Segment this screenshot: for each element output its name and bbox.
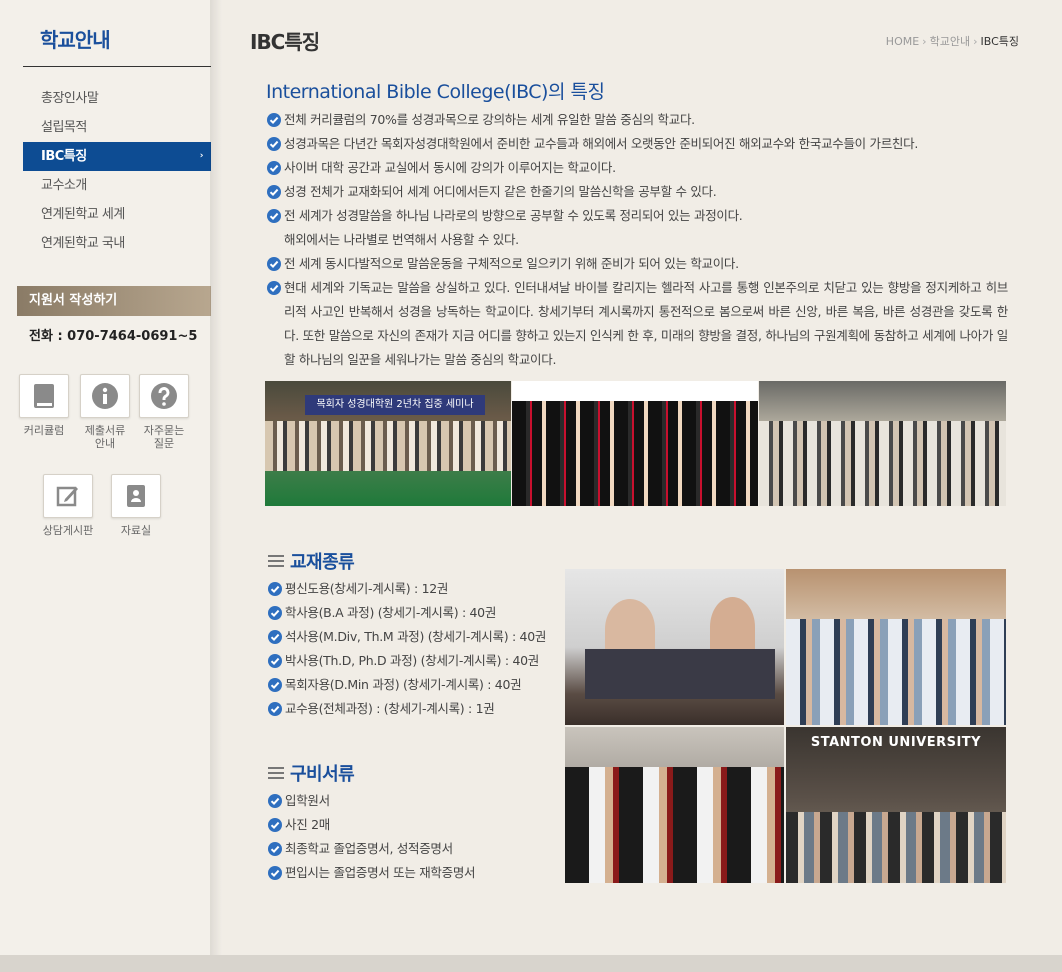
list-item: 전체 커리큘럼의 70%를 성경과목으로 강의하는 세계 유일한 말씀 중심의 … — [266, 108, 1008, 132]
list-item: 편입시는 졸업증명서 또는 재학증명서 — [268, 861, 476, 885]
list-item: 전 세계가 성경말씀을 하나님 나라로의 방향으로 공부할 수 있도록 정리되어… — [266, 204, 1008, 228]
check-circle-icon — [268, 818, 282, 832]
list-item: 사이버 대학 공간과 교실에서 동시에 강의가 이루어지는 학교이다. — [266, 156, 1008, 180]
check-circle-icon — [268, 866, 282, 880]
crowd-shape — [265, 421, 511, 471]
sidebar-shadow — [210, 0, 222, 955]
breadcrumb: HOME › 학교안내 › IBC특징 — [886, 33, 1019, 49]
quick-link-counsel-board[interactable]: 상담게시판 — [38, 474, 98, 537]
check-circle-icon — [268, 702, 282, 716]
chevron-right-icon: › — [973, 35, 978, 48]
list-item: 박사용(Th.D, Ph.D 과정) (창세기-계시록) : 40권 — [268, 649, 546, 673]
footer-bar — [0, 955, 1062, 972]
list-item: 최종학교 졸업증명서, 성적증명서 — [268, 837, 475, 861]
chevron-right-icon: › — [922, 35, 927, 48]
feature-list: 전체 커리큘럼의 70%를 성경과목으로 강의하는 세계 유일한 말씀 중심의 … — [266, 108, 1008, 372]
check-circle-icon — [267, 209, 281, 223]
list-item: 현대 세계와 기독교는 말씀을 상실하고 있다. 인터내셔날 바이블 칼리지는 … — [266, 276, 1008, 372]
quick-link-archive[interactable]: 자료실 — [106, 474, 166, 537]
stanton-sign-text: STANTON UNIVERSITY — [810, 735, 982, 750]
breadcrumb-home[interactable]: HOME — [886, 35, 919, 48]
stanton-university-photo: STANTON UNIVERSITY — [786, 727, 1006, 883]
commencement-photo — [565, 727, 784, 883]
chevron-right-icon: › — [199, 151, 204, 161]
list-item: 학사용(B.A 과정) (창세기-계시록) : 40권 — [268, 601, 546, 625]
check-circle-icon — [267, 113, 281, 127]
edit-icon — [56, 486, 78, 507]
sidebar-item-partner-schools-domestic[interactable]: 연계된학교 국내 — [23, 229, 211, 258]
phone-number: 전화 : 070-7464-0691~5 — [29, 329, 198, 344]
check-circle-icon — [268, 794, 282, 808]
sidebar-title: 학교안내 — [40, 28, 111, 52]
list-item: 석사용(M.Div, Th.M 과정) (창세기-계시록) : 40권 — [268, 625, 546, 649]
list-item: 입학원서 — [268, 789, 475, 813]
list-item: 성경과목은 다년간 목회자성경대학원에서 준비한 교수들과 해외에서 오랫동안 … — [266, 132, 1008, 156]
sidebar-item-president-greeting[interactable]: 총장인사말 — [23, 84, 211, 113]
contact-book-icon — [127, 485, 145, 507]
documents-heading: 구비서류 — [268, 760, 355, 786]
list-item: 교수용(전체과정) : (창세기-계시록) : 1권 — [268, 697, 546, 721]
faculty-group-photo — [786, 569, 1006, 725]
meeting-photo — [565, 569, 784, 725]
group-photo — [759, 381, 1006, 506]
check-circle-icon — [268, 630, 282, 644]
seminar-photo: 목회자 성경대학원 2년차 집중 세미나 — [265, 381, 511, 506]
question-icon — [151, 383, 177, 409]
sidebar-item-ibc-features[interactable]: IBC특징 › — [23, 142, 211, 171]
documents-list: 입학원서 사진 2매 최종학교 졸업증명서, 성적증명서 편입시는 졸업증명서 … — [268, 789, 476, 885]
book-icon — [34, 384, 54, 408]
check-circle-icon — [267, 257, 281, 271]
quick-link-documents[interactable]: 제출서류 안내 — [75, 374, 135, 450]
breadcrumb-current: IBC특징 — [980, 35, 1019, 48]
sidebar-item-faculty[interactable]: 교수소개 — [23, 171, 211, 200]
sidebar: 학교안내 총장인사말 설립목적 IBC특징 › 교수소개 연계된학교 세계 연계된… — [0, 0, 211, 955]
sidebar-title-divider — [23, 66, 211, 67]
apply-button[interactable]: 지원서 작성하기 — [17, 286, 211, 316]
crowd-shape — [786, 619, 1006, 725]
page-title: IBC특징 — [250, 30, 320, 54]
list-item: 평신도용(창세기-계시록) : 12권 — [268, 577, 546, 601]
person-shape — [710, 597, 755, 657]
sidebar-menu: 총장인사말 설립목적 IBC특징 › 교수소개 연계된학교 세계 연계된학교 국내 — [23, 84, 211, 258]
sidebar-item-partner-schools-world[interactable]: 연계된학교 세계 — [23, 200, 211, 229]
check-circle-icon — [267, 185, 281, 199]
info-icon — [92, 383, 118, 409]
photo-banner-text: 목회자 성경대학원 2년차 집중 세미나 — [305, 395, 485, 415]
check-circle-icon — [268, 582, 282, 596]
check-circle-icon — [268, 678, 282, 692]
robes-shape — [565, 767, 784, 883]
check-circle-icon — [268, 654, 282, 668]
graduation-photo — [512, 381, 758, 506]
sidebar-item-founding-purpose[interactable]: 설립목적 — [23, 113, 211, 142]
textbook-list: 평신도용(창세기-계시록) : 12권 학사용(B.A 과정) (창세기-계시록… — [268, 577, 546, 721]
list-item: 성경 전체가 교재화되어 세계 어디에서든지 같은 한줄기의 말씀신학을 공부할… — [266, 180, 1008, 204]
section-heading: International Bible College(IBC)의 특징 — [266, 81, 605, 103]
check-circle-icon — [267, 161, 281, 175]
list-item: 사진 2매 — [268, 813, 475, 837]
list-item: 목회자용(D.Min 과정) (창세기-계시록) : 40권 — [268, 673, 546, 697]
crowd-shape — [786, 812, 1006, 883]
quick-link-faq[interactable]: 자주묻는 질문 — [134, 374, 194, 450]
list-item: 전 세계 동시다발적으로 말씀운동을 구체적으로 일으키기 위해 준비가 되어 … — [266, 252, 1008, 276]
check-circle-icon — [268, 606, 282, 620]
list-item-continuation: 해외에서는 나라별로 번역해서 사용할 수 있다. — [284, 232, 519, 247]
list-icon — [268, 555, 284, 567]
crowd-shape — [759, 421, 1006, 506]
check-circle-icon — [268, 842, 282, 856]
textbooks-heading: 교재종류 — [268, 548, 355, 574]
suits-shape — [585, 649, 775, 699]
robes-shape — [512, 401, 758, 506]
quick-link-label: 커리큘럼 — [23, 424, 65, 437]
quick-link-curriculum[interactable]: 커리큘럼 — [14, 374, 74, 437]
check-circle-icon — [267, 137, 281, 151]
breadcrumb-school-info[interactable]: 학교안내 — [930, 35, 970, 48]
check-circle-icon — [267, 281, 281, 295]
list-icon — [268, 767, 284, 779]
